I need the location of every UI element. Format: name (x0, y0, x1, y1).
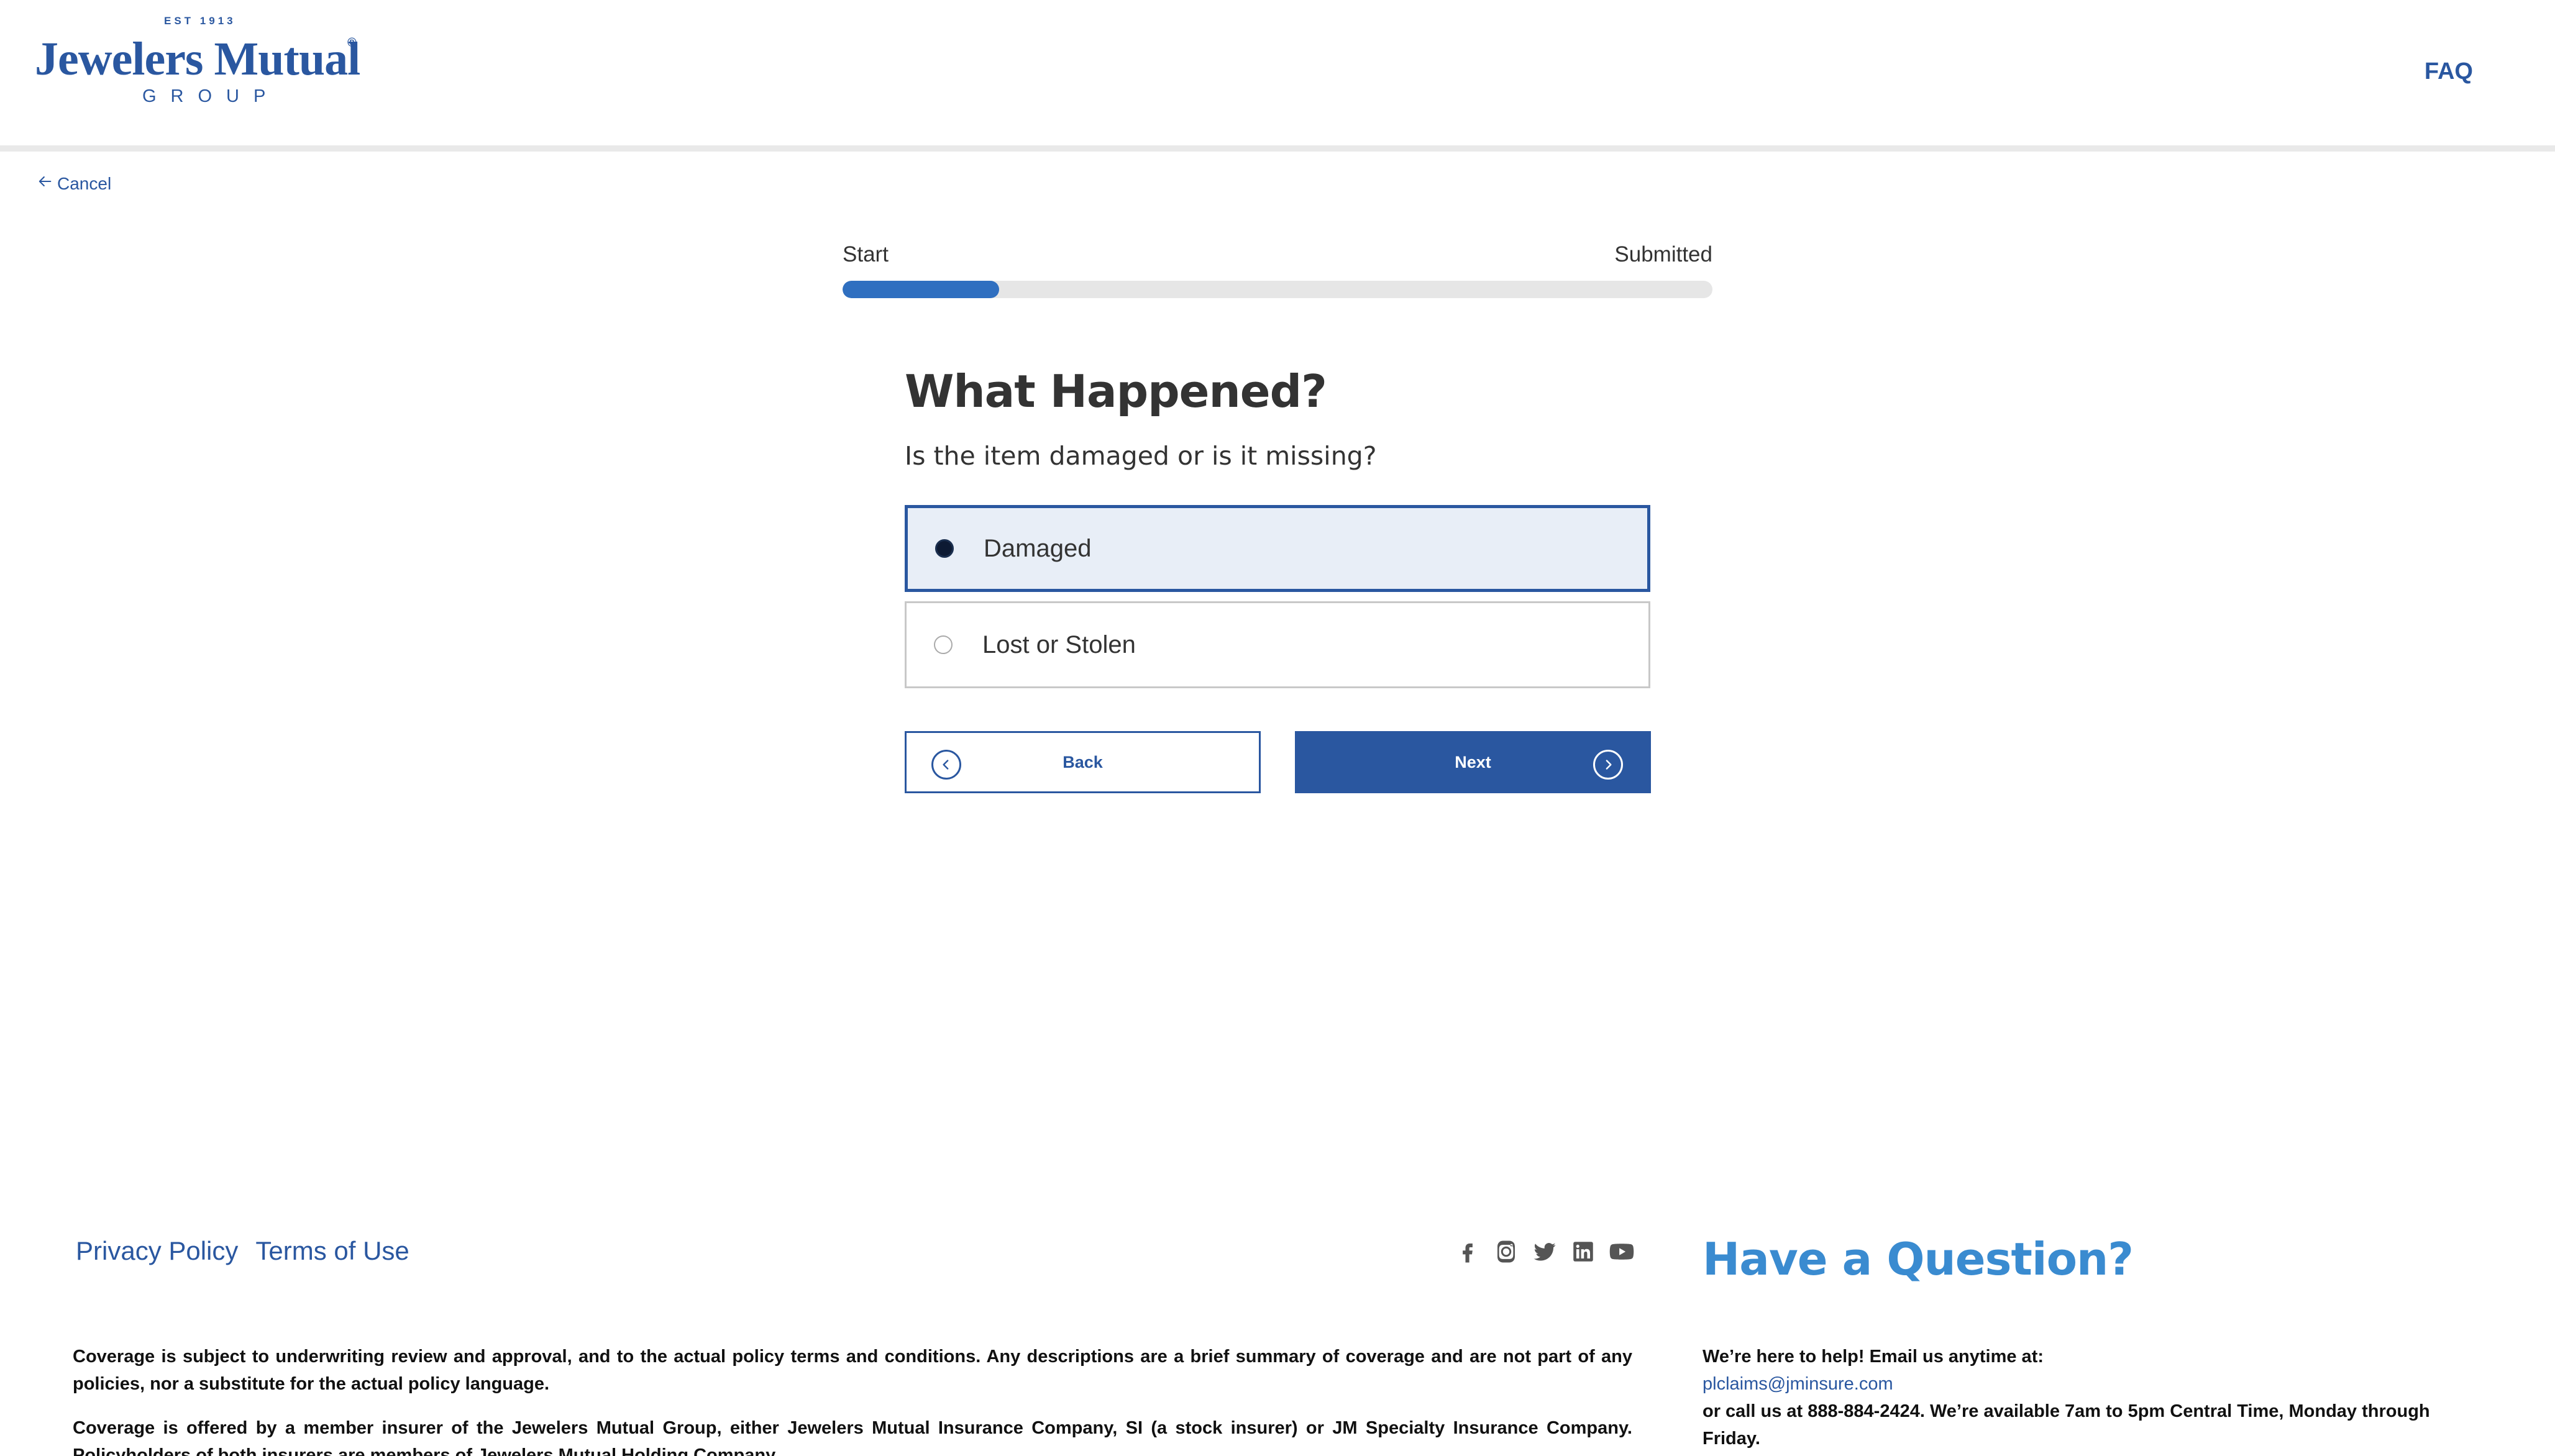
progress-end-label: Submitted (1614, 242, 1712, 266)
progress-start-label: Start (843, 242, 889, 266)
legal-paragraph: Coverage is offered by a member insurer … (73, 1418, 1632, 1456)
facebook-icon[interactable] (1454, 1238, 1481, 1265)
option-label: Lost or Stolen (982, 630, 1136, 658)
question-heading: Have a Question? (1703, 1233, 2134, 1285)
support-phone[interactable]: 888-884-2424 (1808, 1401, 1920, 1421)
youtube-icon[interactable] (1608, 1238, 1635, 1265)
chevron-right-icon (1593, 750, 1623, 780)
progress-fill (843, 281, 999, 298)
help-intro: We’re here to help! Email us anytime at: (1703, 1347, 2044, 1367)
have-a-question-section: Have a Question? (1703, 1233, 2134, 1285)
support-email-link[interactable]: plclaims@jminsure.com (1703, 1370, 2473, 1398)
help-contact: We’re here to help! Email us anytime at:… (1703, 1343, 2473, 1452)
social-links (1454, 1238, 1635, 1265)
cancel-label: Cancel (57, 173, 112, 193)
option-label: Damaged (984, 534, 1092, 562)
option-lost-or-stolen[interactable]: Lost or Stolen (905, 601, 1650, 688)
help-call-prefix: or call us at (1703, 1401, 1808, 1421)
terms-of-use-link[interactable]: Terms of Use (255, 1236, 409, 1266)
legal-paragraph: Coverage is subject to underwriting revi… (73, 1347, 1632, 1394)
next-label: Next (1455, 752, 1491, 771)
instagram-icon[interactable] (1492, 1238, 1520, 1265)
option-damaged[interactable]: Damaged (905, 505, 1650, 592)
logo-group: GROUP (142, 86, 280, 106)
question-subtitle: Is the item damaged or is it missing? (905, 441, 1377, 471)
radio-button[interactable] (934, 635, 953, 654)
linkedin-icon[interactable] (1570, 1238, 1597, 1265)
progress-track (843, 281, 1712, 298)
site-header: EST 1913 Jewelers Mutual ® GROUP FAQ (0, 0, 2555, 145)
footer-links: Privacy Policy Terms of Use (76, 1236, 409, 1266)
legal-disclaimer: Coverage is subject to underwriting revi… (73, 1343, 1632, 1456)
next-button[interactable]: Next (1295, 731, 1651, 793)
page-title: What Happened? (905, 365, 1327, 417)
progress-tracker: Start Submitted (843, 242, 1712, 298)
privacy-policy-link[interactable]: Privacy Policy (76, 1236, 238, 1266)
logo-name: Jewelers Mutual (35, 33, 360, 85)
back-button[interactable]: Back (905, 731, 1261, 793)
logo-est: EST 1913 (164, 15, 236, 27)
arrow-left-icon (36, 173, 53, 194)
chevron-left-icon (931, 750, 961, 780)
twitter-icon[interactable] (1531, 1238, 1558, 1265)
back-label: Back (1063, 752, 1103, 771)
jewelers-mutual-logo[interactable]: EST 1913 Jewelers Mutual ® GROUP (35, 15, 370, 108)
cancel-link[interactable]: Cancel (36, 173, 111, 194)
logo-registered-mark: ® (347, 36, 357, 50)
header-divider (0, 145, 2555, 152)
radio-button[interactable] (935, 539, 954, 558)
faq-link[interactable]: FAQ (2425, 58, 2473, 85)
